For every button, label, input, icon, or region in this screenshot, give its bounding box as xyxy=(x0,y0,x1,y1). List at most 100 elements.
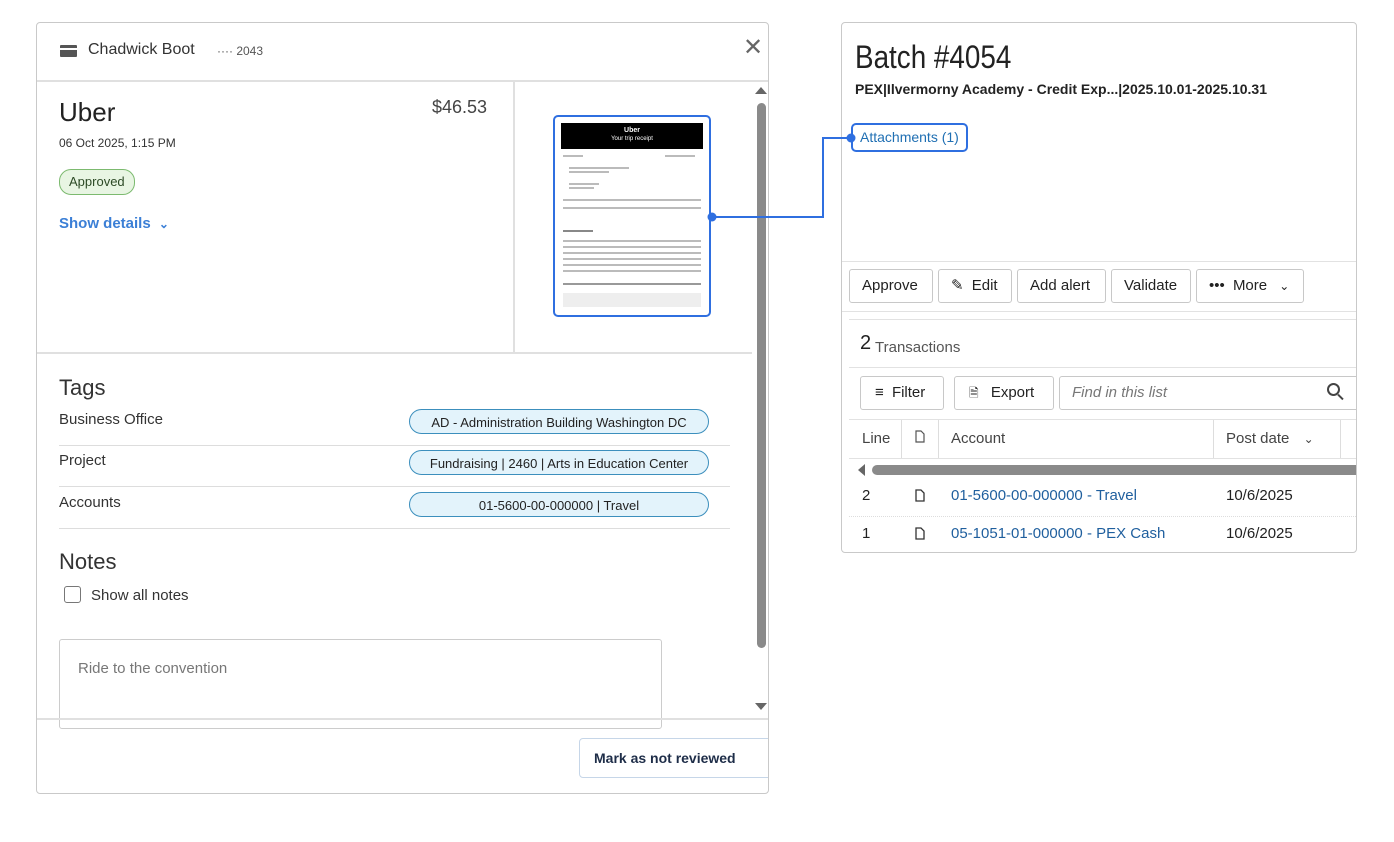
receipt-thumbnail[interactable]: Uber Your trip receipt xyxy=(553,115,711,317)
column-separator xyxy=(1340,420,1341,458)
document-icon[interactable] xyxy=(915,527,925,545)
receipt-line xyxy=(563,283,701,285)
export-button[interactable]: 🗎 Export xyxy=(954,376,1054,410)
post-date-label: Post date xyxy=(1226,430,1290,447)
receipt-line xyxy=(569,183,599,185)
column-header-post-date[interactable]: Post date ⌄ xyxy=(1226,420,1314,458)
filter-button[interactable]: ≡ Filter xyxy=(860,376,944,410)
receipt-line xyxy=(563,240,701,242)
validate-button[interactable]: Validate xyxy=(1111,269,1191,303)
row-account-link[interactable]: 01-5600-00-000000 - Travel xyxy=(951,487,1137,504)
receipt-line xyxy=(569,171,609,173)
file-icon xyxy=(915,430,925,443)
receipt-line xyxy=(563,199,701,201)
divider xyxy=(849,458,1356,459)
filter-label: Filter xyxy=(891,384,926,401)
more-label: More xyxy=(1232,277,1268,294)
mark-not-reviewed-button[interactable]: Mark as not reviewed xyxy=(579,738,768,778)
divider xyxy=(37,352,752,354)
divider xyxy=(37,718,768,720)
column-header-line[interactable]: Line xyxy=(862,420,890,458)
receipt-subtitle: Your trip receipt xyxy=(611,136,653,142)
table-row[interactable]: 2 01-5600-00-000000 - Travel 10/6/2025 xyxy=(849,478,1356,517)
show-all-notes-checkbox[interactable] xyxy=(64,586,81,603)
credit-card-icon xyxy=(60,45,77,57)
transactions-label: Transactions xyxy=(875,339,961,356)
tag-row: Business Office AD - Administration Buil… xyxy=(59,404,730,446)
batch-toolbar: Approve ✎ Edit Add alert Validate ••• Mo… xyxy=(842,261,1356,312)
receipt-line xyxy=(569,187,594,189)
batch-panel: Batch #4054 PEX|Ilvermorny Academy - Cre… xyxy=(841,22,1357,553)
row-account-link[interactable]: 05-1051-01-000000 - PEX Cash xyxy=(951,525,1165,542)
filter-icon: ≡ xyxy=(875,384,884,401)
tag-label: Project xyxy=(59,452,106,469)
scroll-down-icon[interactable] xyxy=(755,703,767,710)
row-line: 1 xyxy=(862,525,871,542)
transaction-date: 06 Oct 2025, 1:15 PM xyxy=(59,136,176,150)
transaction-amount: $46.53 xyxy=(432,97,488,117)
cardholder-name: Chadwick Boot xyxy=(88,41,195,58)
transaction-header: Chadwick Boot ···· 2043 ✕ xyxy=(37,23,768,82)
scrollbar-thumb[interactable] xyxy=(757,103,766,648)
scroll-left-icon[interactable] xyxy=(858,464,865,476)
receipt-line xyxy=(563,155,583,157)
chevron-down-icon: ⌄ xyxy=(1303,432,1314,446)
chevron-down-icon: ⌄ xyxy=(158,217,169,231)
card-last4: ···· 2043 xyxy=(217,44,264,58)
attachment-column-icon[interactable] xyxy=(915,420,925,458)
edit-button[interactable]: ✎ Edit xyxy=(938,269,1012,303)
receipt-line xyxy=(563,264,701,266)
divider xyxy=(849,367,1356,368)
xls-file-icon: 🗎 xyxy=(969,386,979,400)
merchant-name: Uber xyxy=(59,97,116,127)
receipt-line xyxy=(569,167,629,169)
batch-title: Batch #4054 xyxy=(855,39,1012,75)
receipt-line xyxy=(665,155,695,157)
receipt-header: Uber Your trip receipt xyxy=(561,123,703,149)
receipt-line xyxy=(563,246,701,248)
transaction-panel: Chadwick Boot ···· 2043 ✕ Uber $46.53 06… xyxy=(36,22,769,794)
horizontal-scrollbar[interactable] xyxy=(872,465,1356,475)
divider xyxy=(513,81,515,353)
ellipsis-icon: ••• xyxy=(1209,277,1225,294)
batch-subtitle: PEX|Ilvermorny Academy - Credit Exp...|2… xyxy=(855,81,1267,97)
row-post-date: 10/6/2025 xyxy=(1226,487,1293,504)
edit-label: Edit xyxy=(971,277,998,294)
document-icon[interactable] xyxy=(915,489,925,507)
approve-button[interactable]: Approve xyxy=(849,269,933,303)
scroll-up-icon[interactable] xyxy=(755,87,767,94)
chevron-down-icon: ⌄ xyxy=(1279,279,1290,293)
column-separator xyxy=(938,420,939,458)
tag-row: Project Fundraising | 2460 | Arts in Edu… xyxy=(59,445,730,487)
receipt-line xyxy=(563,270,701,272)
tags-heading: Tags xyxy=(59,375,106,400)
receipt-line xyxy=(563,207,701,209)
add-alert-button[interactable]: Add alert xyxy=(1017,269,1106,303)
column-header-account[interactable]: Account xyxy=(951,420,1005,458)
tag-value-pill[interactable]: Fundraising | 2460 | Arts in Education C… xyxy=(409,450,709,475)
column-separator xyxy=(1213,420,1214,458)
tag-row: Accounts 01-5600-00-000000 | Travel xyxy=(59,487,730,529)
show-details-label: Show details xyxy=(59,215,151,232)
receipt-line xyxy=(563,230,593,232)
pencil-icon: ✎ xyxy=(951,277,964,294)
table-row[interactable]: 1 05-1051-01-000000 - PEX Cash 10/6/2025 xyxy=(849,516,1356,552)
tag-value-pill[interactable]: 01-5600-00-000000 | Travel xyxy=(409,492,709,517)
close-icon[interactable]: ✕ xyxy=(740,35,766,61)
search-input[interactable]: Find in this list xyxy=(1059,376,1356,410)
row-line: 2 xyxy=(862,487,871,504)
status-badge: Approved xyxy=(59,169,135,195)
tag-label: Business Office xyxy=(59,411,163,428)
show-all-notes-label: Show all notes xyxy=(91,587,189,604)
row-post-date: 10/6/2025 xyxy=(1226,525,1293,542)
notes-heading: Notes xyxy=(59,549,117,574)
note-textarea[interactable]: Ride to the convention xyxy=(59,639,662,729)
tag-value-pill[interactable]: AD - Administration Building Washington … xyxy=(409,409,709,434)
show-details-link[interactable]: Show details ⌄ xyxy=(59,215,169,232)
export-label: Export xyxy=(990,384,1035,401)
attachments-link[interactable]: Attachments (1) xyxy=(851,123,968,152)
receipt-line xyxy=(563,258,701,260)
transactions-grid: 2 Transactions ≡ Filter 🗎 Export Find in… xyxy=(849,319,1356,552)
receipt-line xyxy=(563,293,701,307)
more-button[interactable]: ••• More ⌄ xyxy=(1196,269,1304,303)
